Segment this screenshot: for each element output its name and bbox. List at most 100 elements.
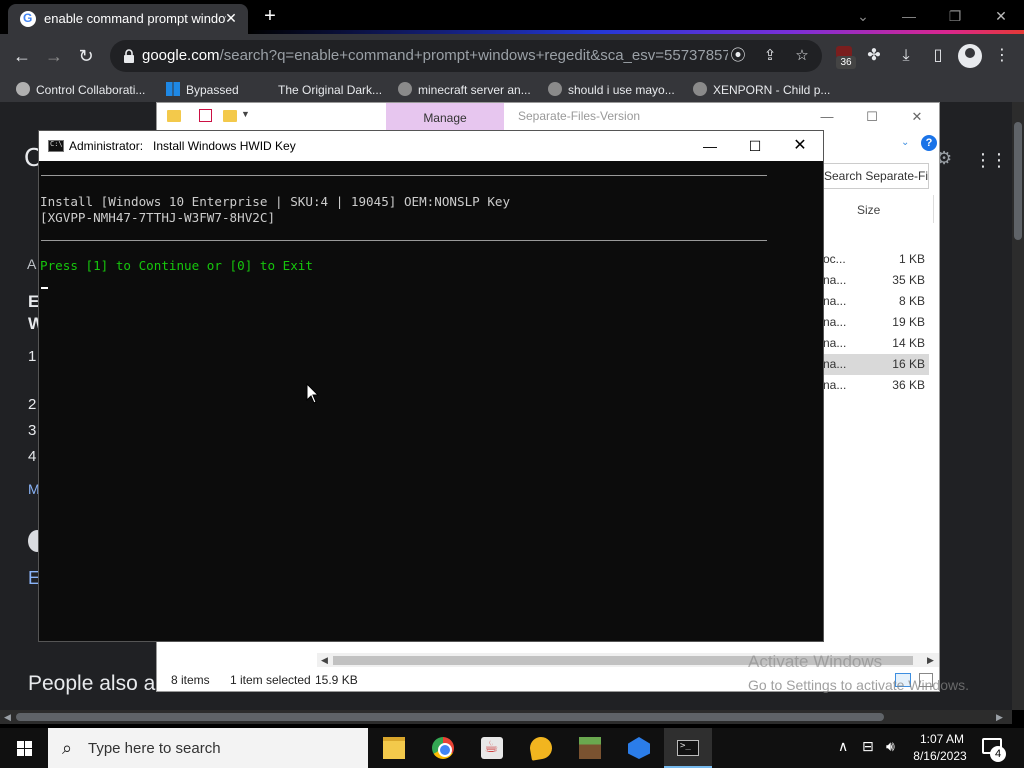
console-output[interactable]: Install [Windows 10 Enterprise | SKU:4 |… [39, 161, 823, 641]
url-text: google.com/search?q=enable+command+promp… [142, 47, 728, 64]
explorer-search-input[interactable]: Search Separate-Files-Version [817, 163, 929, 189]
start-button[interactable] [0, 728, 48, 768]
minimize-button[interactable]: — [886, 2, 932, 30]
install-info-line: Install [Windows 10 Enterprise | SKU:4 |… [40, 194, 511, 209]
restore-button[interactable]: ❐ [932, 2, 978, 30]
globe-icon [548, 82, 562, 96]
location-pin-icon[interactable]: ⦿ [728, 46, 748, 66]
column-divider[interactable] [933, 195, 934, 223]
profile-avatar[interactable] [958, 44, 982, 68]
bookmark-star-icon[interactable]: ☆ [792, 46, 812, 66]
bookmark-label: The Original Dark... [278, 83, 383, 97]
network-icon[interactable]: ⊟ [862, 738, 874, 755]
bookmark-item[interactable]: Control Collaborati... [16, 81, 145, 99]
scroll-right-arrow-icon[interactable]: ▶ [927, 653, 934, 667]
item-count: 8 items [171, 673, 210, 687]
expand-ribbon-chevron-icon[interactable]: ⌄ [901, 137, 909, 148]
size-column-header[interactable]: Size [857, 203, 880, 217]
properties-check-icon[interactable] [199, 109, 212, 122]
taskbar-command-prompt[interactable] [664, 728, 712, 768]
taskbar-java[interactable] [468, 728, 516, 768]
bookmarks-bar: Control Collaborati... Bypassed The Orig… [0, 78, 1024, 102]
extensions-puzzle-icon[interactable]: ✤ [862, 44, 886, 68]
taskbar-blue-app[interactable] [615, 728, 663, 768]
back-arrow-icon[interactable]: ← [9, 43, 35, 69]
file-row[interactable]: na... 36 KB [817, 375, 929, 396]
page-horizontal-scrollbar[interactable]: ◀ ▶ [0, 710, 1012, 724]
tab-close-button[interactable]: ✕ [222, 9, 240, 27]
bookmark-item[interactable]: Bypassed [166, 81, 239, 99]
file-size: 16 KB [892, 357, 925, 371]
scroll-left-arrow-icon[interactable]: ◀ [321, 653, 328, 667]
result-fragment: 4 [28, 448, 37, 465]
reload-icon[interactable]: ↻ [73, 43, 99, 69]
cmd-window-icon[interactable] [48, 140, 64, 152]
bookmark-label: Control Collaborati... [36, 83, 146, 97]
folder-icon[interactable] [167, 110, 181, 122]
file-row[interactable]: na... 19 KB [817, 312, 929, 333]
bookmark-item[interactable]: minecraft server an... [398, 81, 531, 99]
taskbar-chat-app[interactable] [517, 728, 565, 768]
taskbar-file-explorer[interactable] [370, 728, 418, 768]
bookmark-item[interactable]: The Original Dark... [278, 81, 382, 99]
close-window-button[interactable]: ✕ [978, 2, 1024, 30]
cmd-titlebar: Administrator: Install Windows HWID Key —… [39, 131, 823, 161]
bookmark-label: should i use mayo... [568, 83, 675, 97]
new-tab-button[interactable]: + [258, 5, 282, 29]
terminal-icon [677, 740, 699, 756]
file-row[interactable]: na... 8 KB [817, 291, 929, 312]
chat-bubble-icon [528, 735, 554, 761]
show-hidden-icons-chevron-icon[interactable]: ∧ [838, 738, 848, 755]
taskbar-minecraft[interactable] [566, 728, 614, 768]
close-button[interactable]: ✕ [902, 106, 932, 128]
file-row[interactable]: oc... 1 KB [817, 249, 929, 270]
page-vertical-scrollbar[interactable] [1012, 102, 1024, 710]
file-row[interactable]: na... 16 KB [817, 354, 929, 375]
share-icon[interactable]: ⇪ [760, 46, 780, 66]
taskbar-search-box[interactable]: ⌕ Type here to search [48, 728, 368, 768]
scroll-thumb[interactable] [1014, 122, 1022, 240]
notification-count-badge: 4 [990, 746, 1006, 762]
maximize-button[interactable]: ☐ [732, 131, 778, 161]
taskbar-chrome[interactable] [419, 728, 467, 768]
download-icon[interactable]: ⤓ [894, 44, 918, 68]
chrome-menu-kebab-icon[interactable]: ⋮ [990, 44, 1014, 68]
volume-icon[interactable]: 🔊︎ [886, 738, 895, 755]
manage-ribbon-tab[interactable]: Manage [386, 103, 504, 131]
clock-date[interactable]: 8/16/2023 [909, 749, 971, 763]
file-name: oc... [823, 252, 846, 266]
file-size: 35 KB [892, 273, 925, 287]
new-folder-icon[interactable] [223, 110, 237, 122]
bookmark-item[interactable]: should i use mayo... [548, 81, 675, 99]
scroll-thumb[interactable] [16, 713, 884, 721]
bookmark-item[interactable]: XENPORN - Child p... [693, 81, 830, 99]
clock-time[interactable]: 1:07 AM [916, 732, 968, 746]
extension-badge: 36 [836, 56, 856, 69]
active-tab[interactable]: enable command prompt windows regedit ✕ [8, 4, 248, 34]
file-size: 1 KB [898, 252, 925, 266]
result-fragment: 2 [28, 396, 37, 413]
tab-title: enable command prompt windows regedit [44, 11, 226, 26]
file-row[interactable]: na... 35 KB [817, 270, 929, 291]
address-bar[interactable]: google.com/search?q=enable+command+promp… [110, 40, 822, 72]
file-size: 8 KB [898, 294, 925, 308]
side-panel-icon[interactable]: ▯ [926, 44, 950, 68]
tab-search-icon[interactable]: ⌄ [840, 2, 886, 30]
quick-access-dropdown-icon[interactable]: ▼ [241, 109, 250, 119]
maximize-button[interactable]: ☐ [857, 106, 887, 128]
scroll-left-arrow-icon[interactable]: ◀ [4, 710, 11, 724]
java-icon [481, 737, 503, 759]
minimize-button[interactable]: — [812, 106, 842, 128]
forward-arrow-icon[interactable]: → [41, 43, 67, 69]
cmd-window-title: Install Windows HWID Key [153, 139, 296, 153]
file-row[interactable]: na... 14 KB [817, 333, 929, 354]
folder-icon [383, 737, 405, 759]
help-icon[interactable]: ? [921, 135, 937, 151]
close-button[interactable]: ✕ [777, 131, 823, 161]
minimize-button[interactable]: — [687, 131, 733, 161]
globe-icon [693, 82, 707, 96]
continue-prompt-line: Press [1] to Continue or [0] to Exit [40, 258, 313, 273]
activate-windows-hint: Go to Settings to activate Windows. [748, 677, 969, 693]
windows-logo-icon [166, 82, 180, 96]
scroll-right-arrow-icon[interactable]: ▶ [996, 710, 1003, 724]
